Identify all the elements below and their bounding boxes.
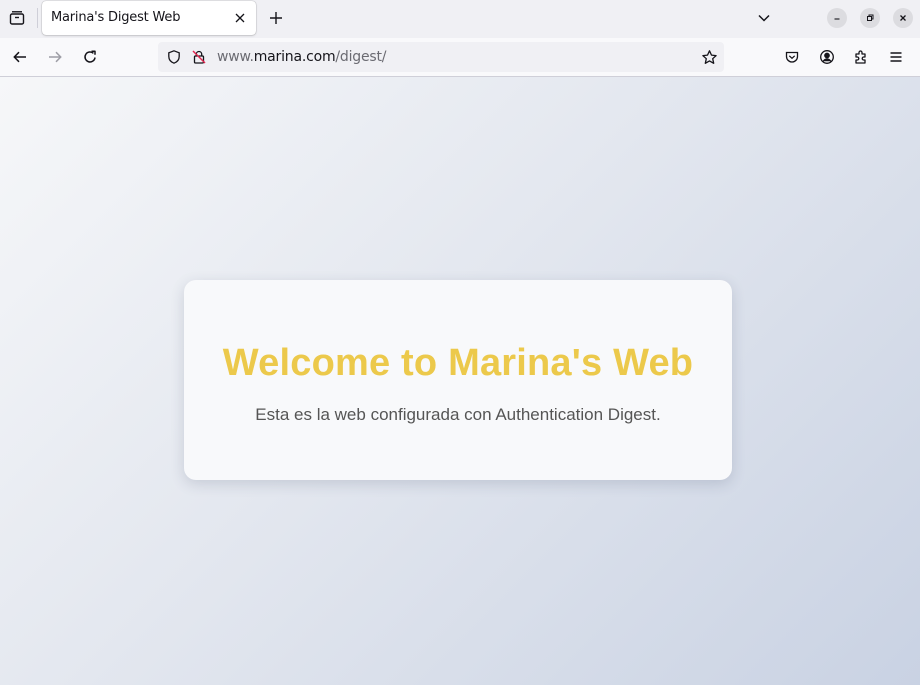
- tab-strip: Marina's Digest Web: [0, 0, 920, 38]
- url-prefix: www.: [217, 49, 254, 65]
- account-icon[interactable]: [814, 44, 840, 70]
- pocket-icon[interactable]: [779, 44, 805, 70]
- reload-icon[interactable]: [77, 44, 103, 70]
- page-content: Welcome to Marina's Web Esta es la web c…: [0, 77, 920, 685]
- chevron-down-icon[interactable]: [752, 6, 776, 30]
- url-path: /digest/: [335, 49, 387, 65]
- shield-icon[interactable]: [166, 49, 182, 65]
- forward-arrow-icon[interactable]: [42, 44, 68, 70]
- insecure-lock-icon[interactable]: [191, 49, 207, 65]
- page-heading: Welcome to Marina's Web: [222, 342, 694, 384]
- tab-active[interactable]: Marina's Digest Web: [42, 1, 256, 35]
- tab-list-icon[interactable]: [4, 5, 30, 31]
- welcome-card: Welcome to Marina's Web Esta es la web c…: [184, 280, 732, 480]
- tab-separator: [37, 8, 38, 28]
- navigation-toolbar: www.marina.com/digest/: [0, 38, 920, 77]
- back-arrow-icon[interactable]: [7, 44, 33, 70]
- star-icon[interactable]: [700, 48, 718, 66]
- minimize-icon[interactable]: [827, 8, 847, 28]
- page-description: Esta es la web configurada con Authentic…: [255, 405, 661, 424]
- url-host: marina.com: [253, 49, 336, 65]
- puzzle-icon[interactable]: [848, 44, 874, 70]
- tab-close-icon[interactable]: [232, 10, 248, 26]
- new-tab-plus-icon[interactable]: [264, 6, 288, 30]
- url-text[interactable]: www.marina.com/digest/: [217, 49, 386, 65]
- close-window-icon[interactable]: [893, 8, 913, 28]
- hamburger-menu-icon[interactable]: [883, 44, 909, 70]
- restore-icon[interactable]: [860, 8, 880, 28]
- tab-title: Marina's Digest Web: [51, 10, 181, 25]
- address-bar[interactable]: www.marina.com/digest/: [158, 42, 724, 72]
